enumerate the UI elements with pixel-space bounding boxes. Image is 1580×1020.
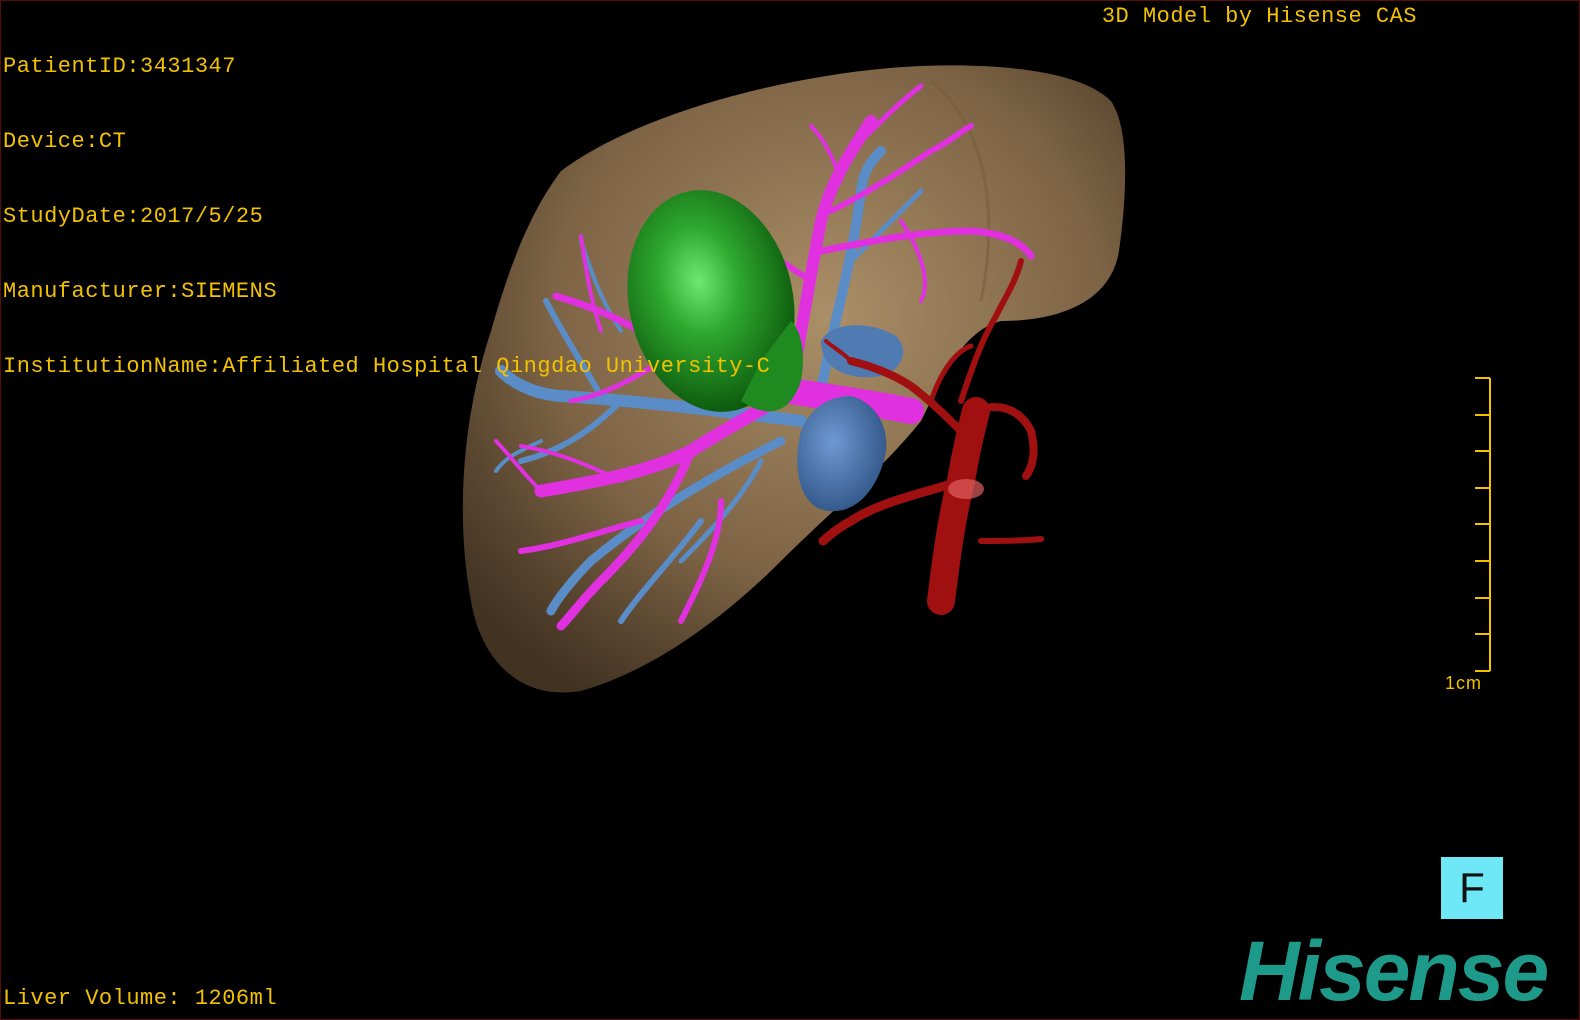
artery-highlight (948, 479, 984, 499)
scale-unit-label: 1cm (1445, 673, 1483, 693)
patient-info-panel: PatientID:3431347 Device:CT StudyDate:20… (3, 4, 770, 429)
model-credit-label: 3D Model by Hisense CAS (1101, 4, 1417, 29)
scale-bar (1475, 377, 1491, 672)
device-label: Device:CT (3, 129, 127, 154)
institution-label: InstitutionName:Affiliated Hospital Qing… (3, 354, 771, 379)
hisense-logo: Hisense (1239, 924, 1549, 1018)
liver-volume-label: Liver Volume: 1206ml (3, 986, 278, 1011)
3d-viewport[interactable]: PatientID:3431347 Device:CT StudyDate:20… (0, 0, 1580, 1020)
patient-id-label: PatientID:3431347 (3, 54, 236, 79)
manufacturer-label: Manufacturer:SIEMENS (3, 279, 278, 304)
orientation-front-button[interactable]: F (1441, 857, 1503, 919)
study-date-label: StudyDate:2017/5/25 (3, 204, 264, 229)
